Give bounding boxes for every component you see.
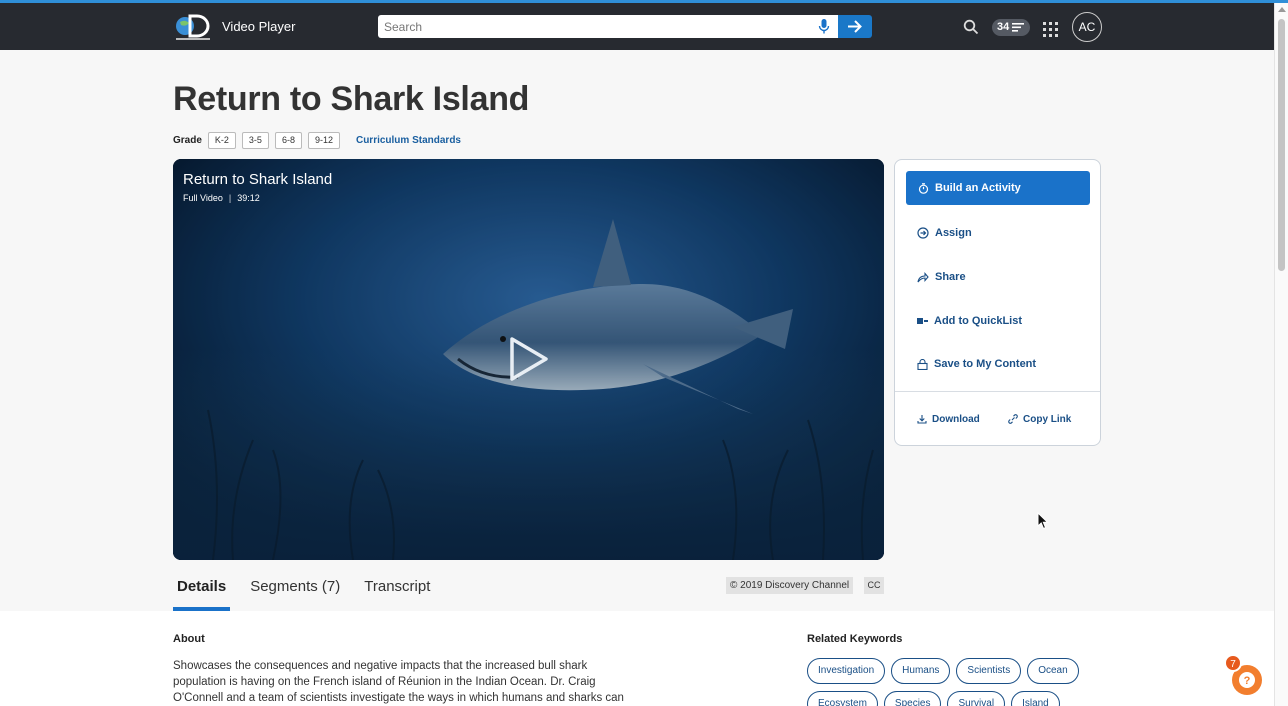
download-label: Download [932, 413, 980, 425]
panel-divider [895, 391, 1100, 392]
closed-captions-badge: CC [864, 577, 884, 594]
curriculum-standards-link[interactable]: Curriculum Standards [356, 135, 461, 146]
save-lock-icon [917, 358, 928, 370]
keywords-row: Investigation Humans Scientists Ocean [807, 658, 1079, 684]
copy-link-action[interactable]: Copy Link [1008, 412, 1071, 426]
keyword-chip[interactable]: Species [883, 691, 942, 706]
video-duration: 39:12 [237, 193, 260, 203]
keyword-chip[interactable]: Humans [891, 658, 951, 684]
arrow-right-icon [848, 20, 862, 33]
assign-action[interactable]: Assign [917, 225, 972, 241]
grade-chip-6-8: 6-8 [274, 131, 302, 149]
assign-arrow-icon [917, 227, 929, 239]
apps-grid-icon[interactable] [1043, 22, 1058, 37]
discovery-education-logo[interactable] [174, 13, 212, 43]
save-to-my-content-action[interactable]: Save to My Content [917, 356, 1036, 372]
link-icon [1008, 414, 1018, 424]
add-to-quicklist-label: Add to QuickList [934, 315, 1022, 327]
share-icon [917, 271, 929, 282]
scrollbar-thumb[interactable] [1278, 19, 1285, 271]
grade-chip-k2: K-2 [207, 131, 236, 149]
microphone-icon[interactable] [818, 18, 830, 35]
content-tabs: Details Segments (7) Transcript [173, 576, 450, 612]
copy-link-label: Copy Link [1023, 413, 1072, 425]
keywords-row: Ecosystem Species Survival Island [807, 691, 1060, 706]
related-keywords-heading: Related Keywords [807, 633, 903, 645]
quicklist-counter[interactable]: 34 [992, 19, 1030, 36]
app-title: Video Player [222, 19, 296, 34]
share-action[interactable]: Share [917, 269, 966, 285]
details-section: About Showcases the consequences and neg… [0, 611, 1274, 706]
video-type: Full Video [183, 193, 223, 203]
grade-chip-3-5: 3-5 [241, 131, 269, 149]
build-activity-button[interactable]: Build an Activity [906, 171, 1090, 205]
actions-panel: Build an Activity Assign Share Add to Qu… [894, 159, 1101, 446]
download-action[interactable]: Download [917, 412, 980, 426]
list-icon [1012, 23, 1024, 32]
scroll-up-arrow-icon[interactable] [1278, 7, 1286, 12]
search-box [378, 15, 838, 38]
keyword-chip[interactable]: Scientists [956, 658, 1022, 684]
help-notification-badge: 7 [1224, 654, 1242, 672]
quicklist-count: 34 [997, 21, 1010, 33]
quicklist-icon [917, 318, 928, 324]
video-meta: Full Video | 39:12 [183, 193, 260, 203]
tab-details[interactable]: Details [173, 576, 231, 611]
top-navigation-bar: Video Player 34 AC [0, 3, 1274, 50]
page-title: Return to Shark Island [173, 80, 530, 118]
search-submit-button[interactable] [838, 15, 872, 38]
tab-transcript[interactable]: Transcript [360, 576, 434, 611]
keyword-chip[interactable]: Ecosystem [807, 691, 878, 706]
video-meta-separator: | [228, 193, 232, 203]
save-to-my-content-label: Save to My Content [934, 358, 1037, 370]
keyword-chip[interactable]: Investigation [807, 658, 886, 684]
video-title: Return to Shark Island [183, 171, 333, 188]
keyword-chip[interactable]: Island [1011, 691, 1060, 706]
grade-label: Grade [173, 134, 202, 146]
video-player[interactable]: Return to Shark Island Full Video | 39:1… [173, 159, 884, 560]
copyright-badge: © 2019 Discovery Channel [726, 577, 854, 594]
assign-label: Assign [935, 227, 972, 239]
svg-text:?: ? [1244, 675, 1251, 687]
about-heading: About [173, 633, 205, 645]
stopwatch-icon [918, 182, 929, 194]
search-input[interactable] [378, 15, 798, 38]
grade-chip-9-12: 9-12 [307, 131, 340, 149]
keyword-chip[interactable]: Ocean [1027, 658, 1079, 684]
keyword-chip[interactable]: Survival [947, 691, 1006, 706]
build-activity-label: Build an Activity [935, 182, 1021, 194]
mouse-cursor-icon [1037, 512, 1049, 530]
user-avatar[interactable]: AC [1072, 12, 1102, 42]
tab-segments[interactable]: Segments (7) [246, 576, 344, 611]
about-text: Showcases the consequences and negative … [173, 660, 624, 704]
page-scrollbar[interactable] [1274, 3, 1288, 706]
download-icon [917, 415, 927, 424]
search-icon[interactable] [963, 19, 979, 35]
share-label: Share [935, 271, 966, 283]
play-icon[interactable] [507, 335, 551, 383]
grade-row: Grade K-2 3-5 6-8 9-12 Curriculum Standa… [173, 131, 461, 149]
add-to-quicklist-action[interactable]: Add to QuickList [917, 313, 1022, 329]
